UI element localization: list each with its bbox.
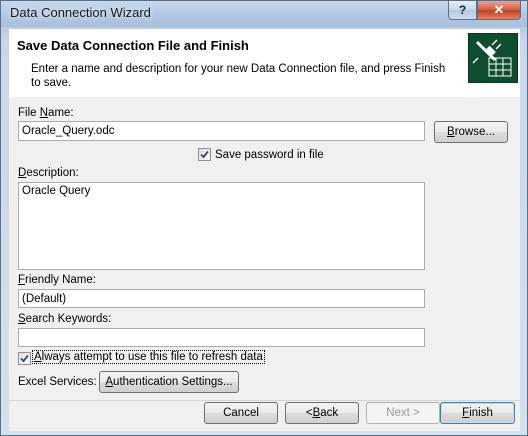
save-password-label: Save password in file [215, 149, 324, 161]
page-title: Save Data Connection File and Finish [17, 38, 249, 53]
authentication-settings-button[interactable]: Authentication Settings... [99, 371, 239, 393]
cancel-button[interactable]: Cancel [204, 402, 278, 424]
file-name-input[interactable] [18, 121, 425, 141]
friendly-name-label: Friendly Name: [18, 274, 96, 286]
dialog-window: Data Connection Wizard ? ✕ Save Data Con… [0, 0, 528, 436]
friendly-name-input[interactable] [18, 289, 425, 308]
always-refresh-checkbox[interactable] [18, 352, 31, 365]
excel-services-label: Excel Services: [18, 376, 97, 388]
data-connection-wizard-icon [468, 33, 518, 83]
save-password-checkbox[interactable] [198, 148, 211, 161]
wizard-footer: Cancel < Back Next > Finish [9, 400, 520, 431]
wizard-content: File Name: Browse... Save password in fi… [9, 97, 520, 400]
description-label: Description: [18, 167, 79, 179]
close-button[interactable]: ✕ [477, 1, 521, 20]
title-bar[interactable]: Data Connection Wizard ? ✕ [1, 1, 527, 27]
file-name-label: File Name: [18, 107, 74, 119]
search-keywords-input[interactable] [18, 328, 425, 347]
page-description: Enter a name and description for your ne… [31, 63, 446, 89]
description-input[interactable]: Oracle Query [18, 182, 425, 270]
back-button[interactable]: < Back [285, 402, 359, 424]
wizard-header: Save Data Connection File and Finish Ent… [9, 29, 520, 98]
next-button[interactable]: Next > [366, 402, 440, 424]
browse-button[interactable]: Browse... [434, 121, 508, 143]
window-title: Data Connection Wizard [10, 5, 151, 20]
checkmark-icon [20, 354, 29, 363]
checkmark-icon [200, 150, 209, 159]
help-icon: ? [458, 3, 467, 17]
close-icon: ✕ [493, 2, 505, 17]
finish-button[interactable]: Finish [440, 402, 515, 424]
search-keywords-label: Search Keywords: [18, 313, 112, 325]
help-button[interactable]: ? [448, 1, 477, 20]
always-refresh-label: Always attempt to use this file to refre… [32, 350, 265, 364]
